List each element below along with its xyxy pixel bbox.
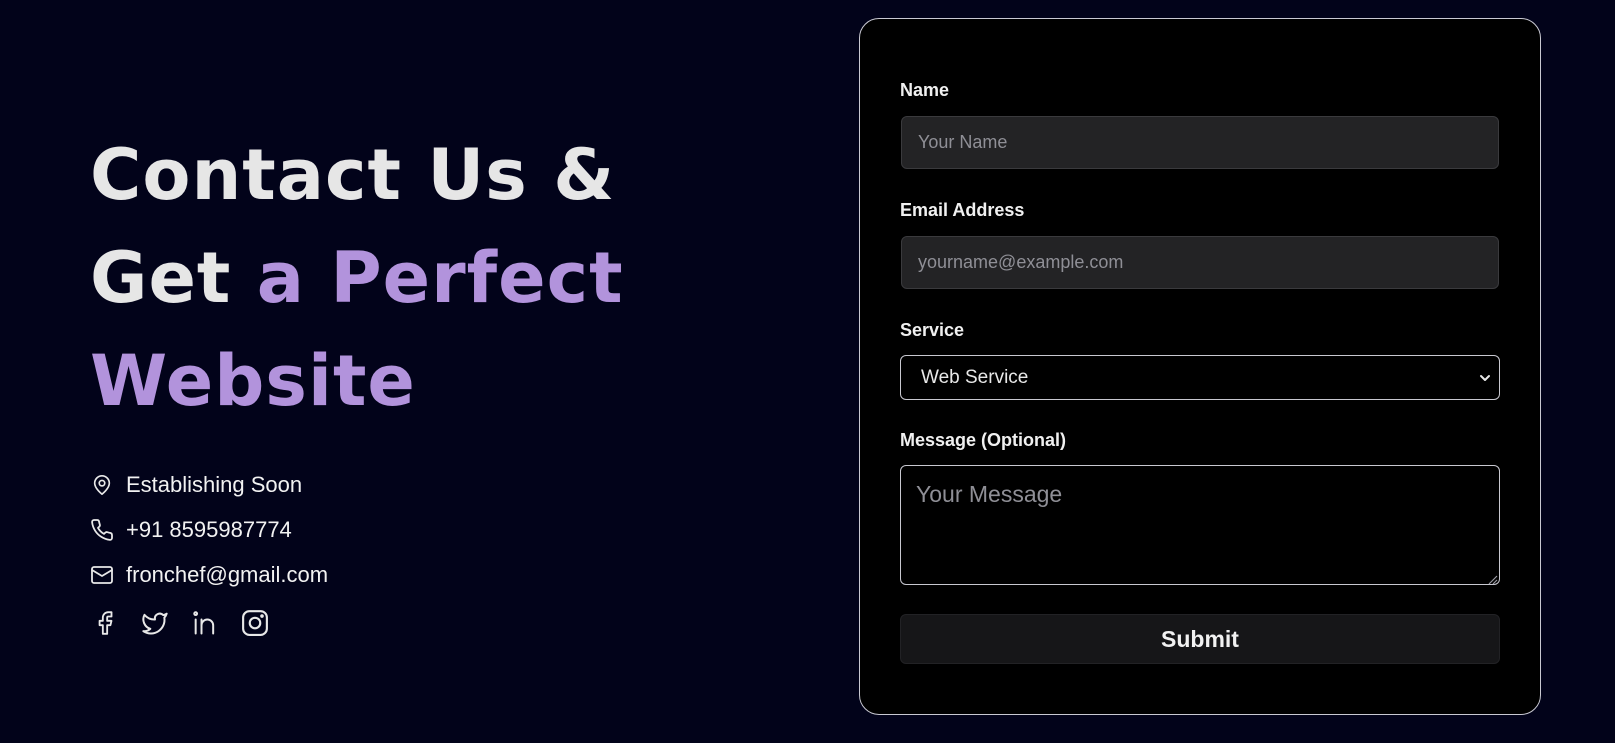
email-label: Email Address [900, 200, 1025, 220]
map-pin-icon [90, 473, 114, 497]
twitter-icon[interactable] [140, 607, 170, 639]
phone-icon [90, 518, 114, 542]
contact-phone[interactable]: +91 8595987774 [90, 507, 328, 552]
title-line-2-accent: a Perfect [256, 237, 624, 319]
contact-details: Establishing Soon +91 8595987774 fronche… [90, 462, 328, 597]
contact-email[interactable]: fronchef@gmail.com [90, 552, 328, 597]
page-title: Contact Us & Get a Perfect Website [90, 124, 710, 433]
chevron-down-icon [1477, 370, 1493, 386]
submit-button[interactable]: Submit [900, 614, 1500, 664]
title-line-2: Get a Perfect [90, 227, 710, 330]
hero-section: Contact Us & Get a Perfect Website [90, 124, 710, 433]
service-select[interactable]: Web Service [900, 355, 1500, 400]
message-textarea[interactable] [900, 465, 1500, 585]
service-select-value: Web Service [921, 367, 1029, 388]
name-label: Name [900, 80, 950, 100]
contact-form: Name Email Address Service Web Service M… [859, 18, 1541, 715]
mail-icon [90, 563, 114, 587]
title-line-3-accent: Website [90, 340, 416, 422]
phone-text[interactable]: +91 8595987774 [126, 517, 292, 543]
message-label: Message (Optional) [900, 430, 1067, 450]
social-links [90, 607, 270, 639]
title-line-1: Contact Us & [90, 134, 616, 216]
instagram-icon[interactable] [240, 607, 270, 639]
email-input[interactable] [901, 236, 1499, 289]
facebook-icon[interactable] [90, 607, 120, 639]
name-input[interactable] [901, 116, 1499, 169]
resize-handle-icon[interactable] [1487, 572, 1498, 585]
contact-location: Establishing Soon [90, 462, 328, 507]
linkedin-icon[interactable] [190, 607, 220, 639]
service-label: Service [900, 320, 965, 340]
contact-page: Contact Us & Get a Perfect Website Estab… [0, 0, 1615, 743]
email-text[interactable]: fronchef@gmail.com [126, 562, 328, 588]
location-text: Establishing Soon [126, 471, 303, 497]
title-line-2-plain: Get [90, 237, 257, 319]
